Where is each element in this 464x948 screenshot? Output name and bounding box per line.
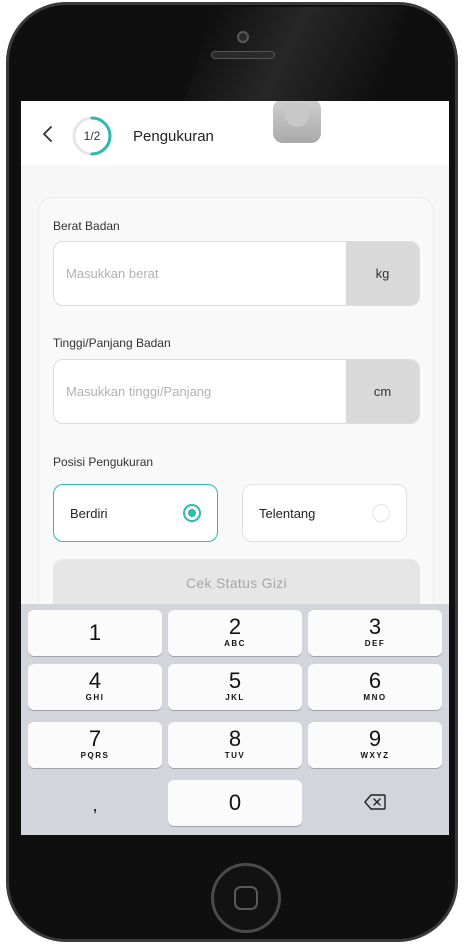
key-6[interactable]: 6 MNO [308,664,442,710]
app-header: 1/2 Pengukuran [21,101,449,165]
key-comma-label: , [92,795,98,815]
key-letters: MNO [363,693,387,702]
key-digit: 1 [88,620,102,645]
key-digit: 7 [88,726,102,751]
key-delete[interactable] [308,780,442,826]
app-screen: 1/2 Pengukuran Berat Badan kg Tinggi/Pan… [21,101,449,835]
back-button[interactable] [37,123,59,145]
key-digit: 4 [88,668,102,693]
weight-input[interactable] [54,242,344,305]
chevron-left-icon [43,126,52,142]
key-comma[interactable]: , [28,780,162,826]
radio-selected-icon [183,504,201,522]
key-digit: 3 [368,614,382,639]
home-button-icon [234,886,258,910]
key-letters: DEF [364,639,386,648]
key-digit: 9 [368,726,382,751]
weight-label: Berat Badan [53,219,120,233]
key-1[interactable]: 1 [28,610,162,656]
numeric-keyboard: 1 2 ABC 3 DEF 4 GHI 5 JKL 6 MNO 7 PQRS 8… [21,604,449,835]
key-0[interactable]: 0 [168,780,302,826]
step-indicator: 1/2 [83,129,101,143]
key-2[interactable]: 2 ABC [168,610,302,656]
home-button[interactable] [211,863,281,933]
option-telentang-label: Telentang [259,506,316,521]
key-7[interactable]: 7 PQRS [28,722,162,768]
key-digit: 2 [228,614,242,639]
key-letters: JKL [225,693,245,702]
option-berdiri[interactable]: Berdiri [53,484,218,542]
earpiece-speaker [211,51,275,59]
height-label: Tinggi/Panjang Badan [53,336,171,350]
key-digit: 5 [228,668,242,693]
key-letters: ABC [224,639,246,648]
position-label: Posisi Pengukuran [53,455,154,469]
key-5[interactable]: 5 JKL [168,664,302,710]
key-9[interactable]: 9 WXYZ [308,722,442,768]
key-4[interactable]: 4 GHI [28,664,162,710]
key-digit: 8 [228,726,242,751]
key-letters: TUV [224,751,246,760]
key-letters: WXYZ [360,751,390,760]
height-input-group: cm [53,359,420,424]
page-title: Pengukuran [133,128,214,145]
radio-unselected-icon [372,504,390,522]
height-input[interactable] [54,360,344,423]
front-camera [237,31,249,43]
key-letters: GHI [85,693,105,702]
weight-unit: kg [346,242,419,305]
option-telentang[interactable]: Telentang [242,484,407,542]
faded-avatar [273,101,321,143]
key-digit: 6 [368,668,382,693]
key-8[interactable]: 8 TUV [168,722,302,768]
weight-input-group: kg [53,241,420,306]
height-unit: cm [346,360,419,423]
key-letters: PQRS [80,751,110,760]
backspace-icon [364,794,386,810]
key-3[interactable]: 3 DEF [308,610,442,656]
key-digit: 0 [228,790,242,815]
option-berdiri-label: Berdiri [70,506,108,521]
